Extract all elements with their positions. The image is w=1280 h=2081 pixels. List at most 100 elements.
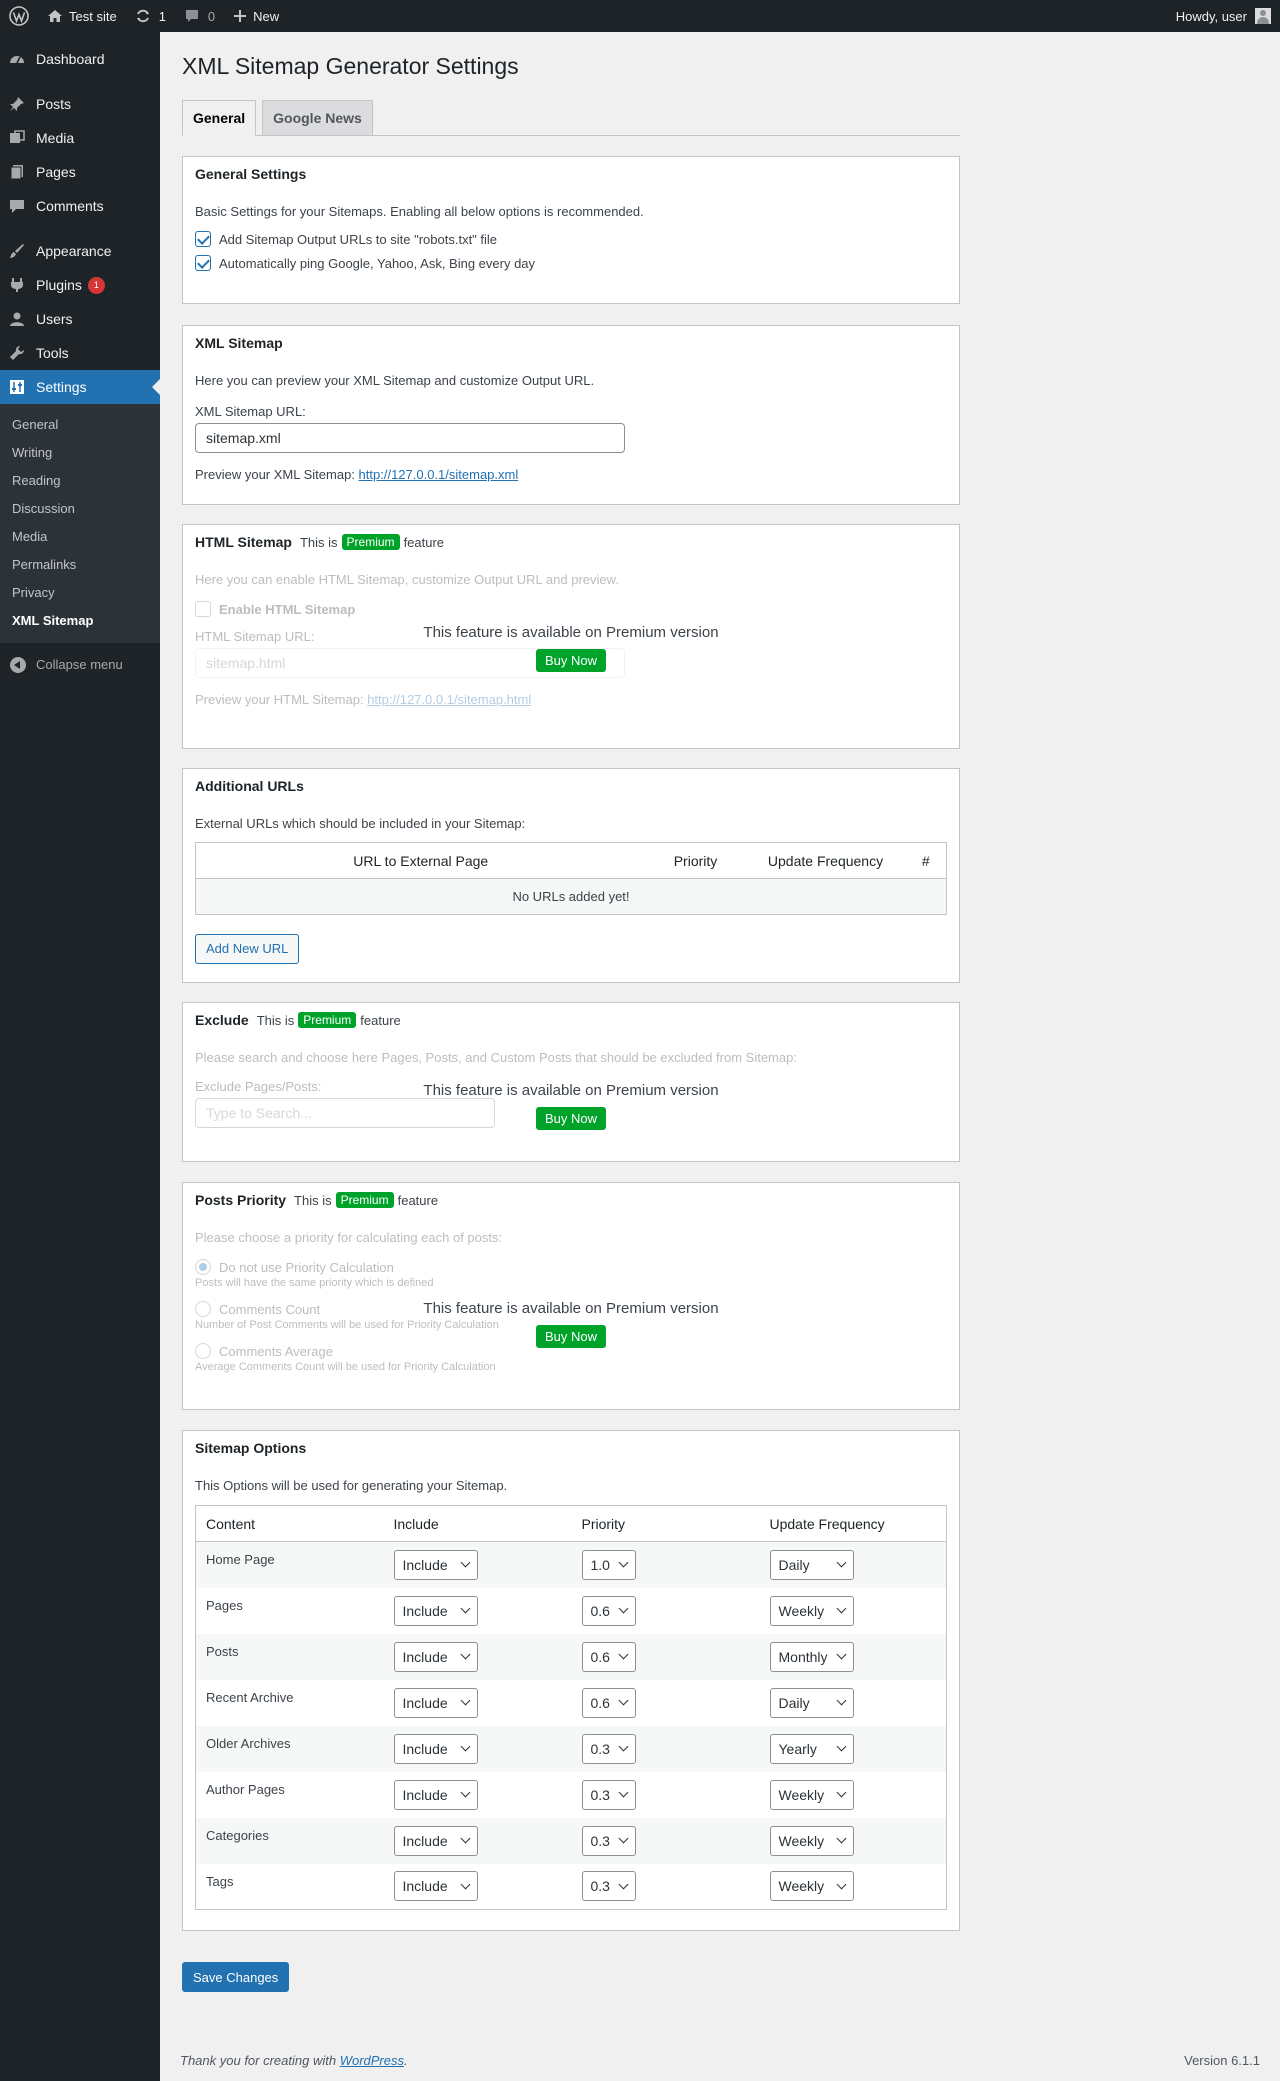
frequency-select-value: Yearly	[778, 1740, 817, 1757]
sidebar-item-media[interactable]: Media	[0, 121, 160, 155]
include-select[interactable]: Include	[393, 1641, 478, 1672]
sidebar-item-posts[interactable]: Posts	[0, 87, 160, 121]
row-content-label: Posts	[195, 1633, 384, 1680]
column-content: Content	[195, 1505, 384, 1542]
comments-link[interactable]: 0	[175, 0, 224, 32]
include-select[interactable]: Include	[393, 1549, 478, 1580]
include-select-value: Include	[402, 1648, 448, 1665]
table-row: Home Page Include 1.0 Daily	[195, 1541, 947, 1588]
chevron-down-icon	[460, 1741, 470, 1752]
frequency-select[interactable]: Daily	[769, 1687, 854, 1718]
xml-sitemap-preview: Preview your XML Sitemap: http://127.0.0…	[195, 467, 947, 482]
auto-ping-checkbox[interactable]	[195, 255, 211, 271]
updates-link[interactable]: 1	[126, 0, 175, 32]
frequency-select[interactable]: Monthly	[769, 1641, 854, 1672]
plugins-update-badge: 1	[87, 276, 105, 294]
buy-now-button[interactable]: Buy Now	[535, 649, 607, 672]
include-select[interactable]: Include	[393, 1687, 478, 1718]
sidebar-item-label: Users	[36, 311, 73, 327]
sidebar-item-tools[interactable]: Tools	[0, 336, 160, 370]
include-select[interactable]: Include	[393, 1871, 478, 1902]
premium-note: This is Premium feature	[300, 534, 444, 550]
include-select[interactable]: Include	[393, 1733, 478, 1764]
save-changes-button[interactable]: Save Changes	[182, 1962, 290, 1992]
general-settings-title: General Settings	[195, 166, 307, 182]
sidebar-item-users[interactable]: Users	[0, 302, 160, 336]
chevron-down-icon	[460, 1833, 470, 1844]
sitemap-options-description: This Options will be used for generating…	[195, 1478, 508, 1493]
robots-txt-checkbox[interactable]	[195, 231, 211, 247]
chevron-down-icon	[618, 1741, 628, 1752]
media-icon	[10, 130, 25, 143]
frequency-select-value: Weekly	[778, 1878, 825, 1895]
frequency-select[interactable]: Weekly	[769, 1871, 854, 1902]
sidebar-item-label: Posts	[36, 96, 72, 112]
frequency-select[interactable]: Weekly	[769, 1825, 854, 1856]
robots-txt-label: Add Sitemap Output URLs to site "robots.…	[219, 231, 498, 247]
submenu-privacy[interactable]: Privacy	[0, 579, 160, 607]
priority-select[interactable]: 0.3	[581, 1733, 636, 1764]
submenu-reading[interactable]: Reading	[0, 467, 160, 495]
comment-icon	[10, 200, 24, 213]
frequency-select-value: Weekly	[778, 1832, 825, 1849]
priority-select[interactable]: 0.6	[581, 1687, 636, 1718]
premium-this-is: This is	[256, 1012, 295, 1028]
frequency-select[interactable]: Yearly	[769, 1733, 854, 1764]
sidebar-item-comments[interactable]: Comments	[0, 189, 160, 223]
wordpress-logo-icon[interactable]	[0, 0, 38, 32]
buy-now-button[interactable]: Buy Now	[535, 1325, 607, 1348]
posts-priority-panel: Posts Priority This is Premium feature P…	[182, 1182, 960, 1410]
priority-select[interactable]: 0.6	[581, 1595, 636, 1626]
tab-general[interactable]: General	[182, 99, 257, 136]
sidebar-item-appearance[interactable]: Appearance	[0, 234, 160, 268]
sidebar-item-dashboard[interactable]: Dashboard	[0, 42, 160, 76]
external-urls-table: URL to External Page Priority Update Fre…	[195, 842, 947, 915]
table-row: Older Archives Include 0.3 Yearly	[195, 1725, 947, 1772]
new-label: New	[253, 8, 280, 24]
priority-select[interactable]: 0.3	[581, 1871, 636, 1902]
submenu-media[interactable]: Media	[0, 523, 160, 551]
include-select[interactable]: Include	[393, 1779, 478, 1810]
priority-select[interactable]: 0.3	[581, 1779, 636, 1810]
sidebar-item-label: Media	[36, 130, 75, 146]
buy-now-button[interactable]: Buy Now	[535, 1107, 607, 1130]
priority-select-value: 0.3	[590, 1786, 610, 1803]
table-row: Posts Include 0.6 Monthly	[195, 1633, 947, 1680]
frequency-select[interactable]: Weekly	[769, 1595, 854, 1626]
tab-google-news[interactable]: Google News	[262, 99, 373, 136]
premium-overlay: This feature is available on Premium ver…	[195, 1300, 947, 1348]
xml-sitemap-preview-label: Preview your XML Sitemap:	[195, 467, 355, 482]
new-content-link[interactable]: New	[224, 0, 288, 32]
include-select[interactable]: Include	[393, 1595, 478, 1626]
submenu-xml-sitemap[interactable]: XML Sitemap	[0, 607, 160, 635]
priority-select[interactable]: 0.6	[581, 1641, 636, 1672]
my-account-link[interactable]: Howdy, user	[1167, 0, 1280, 32]
include-select[interactable]: Include	[393, 1825, 478, 1856]
submenu-general[interactable]: General	[0, 411, 160, 439]
table-row: Categories Include 0.3 Weekly	[195, 1817, 947, 1864]
sidebar-item-plugins[interactable]: Plugins 1	[0, 268, 160, 302]
submenu-writing[interactable]: Writing	[0, 439, 160, 467]
frequency-select[interactable]: Weekly	[769, 1779, 854, 1810]
priority-select[interactable]: 1.0	[581, 1549, 636, 1580]
row-content-label: Home Page	[195, 1541, 384, 1588]
premium-this-is: This is	[299, 534, 338, 550]
priority-select[interactable]: 0.3	[581, 1825, 636, 1856]
robots-txt-option: Add Sitemap Output URLs to site "robots.…	[195, 227, 947, 251]
sidebar-item-pages[interactable]: Pages	[0, 155, 160, 189]
settings-submenu: General Writing Reading Discussion Media…	[0, 404, 160, 643]
posts-priority-disabled-area: Please choose a priority for calculating…	[195, 1230, 947, 1373]
site-name-link[interactable]: Test site	[38, 0, 126, 32]
submenu-discussion[interactable]: Discussion	[0, 495, 160, 523]
wordpress-link[interactable]: WordPress	[340, 2053, 404, 2068]
xml-sitemap-preview-link[interactable]: http://127.0.0.1/sitemap.xml	[359, 467, 519, 482]
sidebar-item-settings[interactable]: Settings	[0, 370, 160, 404]
frequency-select-value: Weekly	[778, 1602, 825, 1619]
xml-sitemap-url-input[interactable]: sitemap.xml	[195, 423, 625, 453]
submenu-permalinks[interactable]: Permalinks	[0, 551, 160, 579]
frequency-select[interactable]: Daily	[769, 1549, 854, 1580]
column-include: Include	[383, 1505, 572, 1542]
chevron-down-icon	[836, 1787, 846, 1798]
add-new-url-button[interactable]: Add New URL	[195, 934, 300, 964]
collapse-menu-button[interactable]: Collapse menu	[0, 647, 160, 681]
